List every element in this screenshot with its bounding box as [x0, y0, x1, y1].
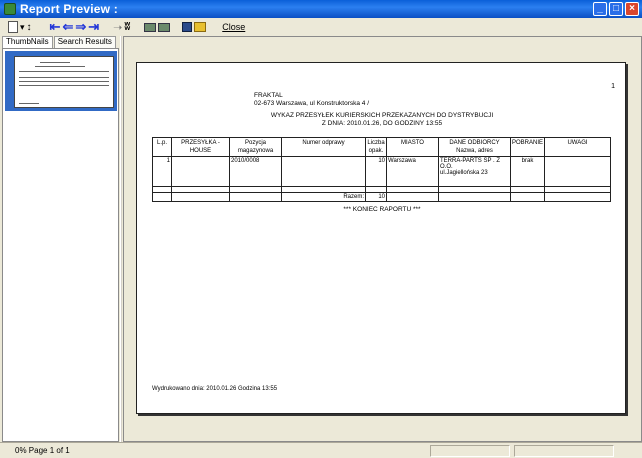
table-row: 1 2010/0008 10 Warszawa TERRA-PARTS SP .…: [152, 156, 611, 187]
total-label: Razem:: [281, 192, 366, 202]
report-end: *** KONIEC RAPORTU ***: [343, 206, 421, 213]
report-date: Z DNIA: 2010.01.26, DO GODZINY 13:55: [321, 120, 443, 127]
table-total-row: Razem: 10: [152, 192, 611, 202]
odbiorca-line-3: ul.Jagiellońska 23: [440, 170, 488, 176]
goto-page-button[interactable]: ➝: [113, 20, 122, 34]
print-button[interactable]: [158, 20, 171, 34]
prev-page-button[interactable]: ⇐: [62, 20, 73, 34]
first-page-icon: ⇤: [49, 19, 61, 34]
status-pane-2: [513, 444, 614, 457]
zoom-button[interactable]: ↕: [27, 20, 32, 34]
page-icon: [8, 21, 18, 33]
window-title: Report Preview :: [20, 2, 118, 16]
cell-house: [171, 156, 230, 187]
table-header: L.p. PRZESYŁKA - HOUSE Pozycja magazynow…: [152, 137, 611, 157]
folder-open-icon: [194, 22, 207, 32]
binoculars-icon: ʬ: [124, 21, 131, 33]
cell-odbiorca: TERRA-PARTS SP . Z O.O. ul.Jagiellońska …: [438, 156, 511, 187]
status-bar: 0% Page 1 of 1: [0, 442, 642, 458]
col-lp: L.p.: [152, 137, 172, 157]
thumbnail-selection[interactable]: [5, 51, 117, 111]
goto-icon: ➝: [113, 21, 123, 34]
company-name: FRAKTAL: [254, 92, 283, 99]
last-page-button[interactable]: ⇥: [88, 20, 99, 34]
next-page-icon: ⇒: [75, 19, 87, 34]
first-page-button[interactable]: ⇤: [50, 20, 61, 34]
next-page-button[interactable]: ⇒: [75, 20, 86, 34]
report-title: WYKAZ PRZESYŁEK KURIERSKICH PRZEKAZANYCH…: [270, 112, 494, 119]
cell-liczba: 10: [365, 156, 387, 187]
two-pages-button[interactable]: ▾: [20, 20, 25, 34]
title-bar: Report Preview : _ □ ×: [0, 0, 642, 18]
col-miasto: MIASTO: [386, 137, 439, 157]
thumbnail-panel: ThumbNails Search Results: [2, 36, 119, 442]
disk-icon: [182, 22, 193, 32]
page-number: 1: [611, 83, 615, 90]
single-page-button[interactable]: [8, 20, 18, 34]
cell-pozycja: 2010/0008: [229, 156, 282, 187]
toolbar: ▾ ↕ ⇤ ⇐ ⇒ ⇥ ➝ ʬ Close: [0, 18, 642, 36]
close-button[interactable]: Close: [222, 20, 245, 34]
printer-icon: [158, 22, 171, 32]
status-pane-1: [429, 444, 510, 457]
status-text: 0% Page 1 of 1: [15, 446, 70, 455]
print-setup-button[interactable]: [144, 20, 157, 34]
cell-lp: 1: [152, 156, 172, 187]
col-odbiorca: DANE ODBIORCY Nazwa, adres: [438, 137, 511, 157]
printed-line: Wydrukowano dnia: 2010.01.26 Godzina 13:…: [152, 386, 278, 392]
zoom-icon: ↕: [26, 21, 32, 33]
open-button[interactable]: [194, 20, 207, 34]
tab-search-results[interactable]: Search Results: [53, 36, 116, 48]
panel-tabs: ThumbNails Search Results: [2, 36, 119, 48]
cell-miasto: Warszawa: [386, 156, 439, 187]
maximize-button[interactable]: □: [609, 2, 623, 16]
cell-uwagi: [544, 156, 611, 187]
col-przesylka: PRZESYŁKA - HOUSE: [171, 137, 230, 157]
preview-area[interactable]: 1 FRAKTAL 02-673 Warszawa, ul Konstrukto…: [123, 36, 642, 442]
minimize-button[interactable]: _: [593, 2, 607, 16]
app-icon: [4, 3, 16, 15]
company-address: 02-673 Warszawa, ul Konstruktorska 4 /: [254, 100, 370, 107]
col-uwagi: UWAGI: [544, 137, 611, 157]
save-button[interactable]: [182, 20, 193, 34]
page-thumbnail[interactable]: [14, 56, 114, 108]
col-pobranie: POBRANIE: [509, 137, 546, 157]
tab-thumbnails[interactable]: ThumbNails: [2, 36, 53, 48]
col-numer: Numer odprawy: [281, 137, 366, 157]
cell-numer: [281, 156, 366, 187]
col-pozycja: Pozycja magazynowa: [229, 137, 282, 157]
printer-setup-icon: [144, 22, 157, 32]
report-table: L.p. PRZESYŁKA - HOUSE Pozycja magazynow…: [152, 137, 611, 202]
total-value: 10: [365, 192, 387, 202]
cell-pobranie: brak: [509, 156, 546, 187]
col-liczba: Liczba opak.: [365, 137, 387, 157]
panel-splitter[interactable]: [120, 36, 122, 442]
report-page: 1 FRAKTAL 02-673 Warszawa, ul Konstrukto…: [136, 62, 626, 414]
last-page-icon: ⇥: [88, 19, 100, 34]
find-button[interactable]: ʬ: [124, 20, 130, 34]
page-split-icon: ▾: [20, 21, 25, 32]
prev-page-icon: ⇐: [62, 19, 74, 34]
close-window-button[interactable]: ×: [625, 2, 639, 16]
thumbnail-list[interactable]: [2, 48, 119, 442]
